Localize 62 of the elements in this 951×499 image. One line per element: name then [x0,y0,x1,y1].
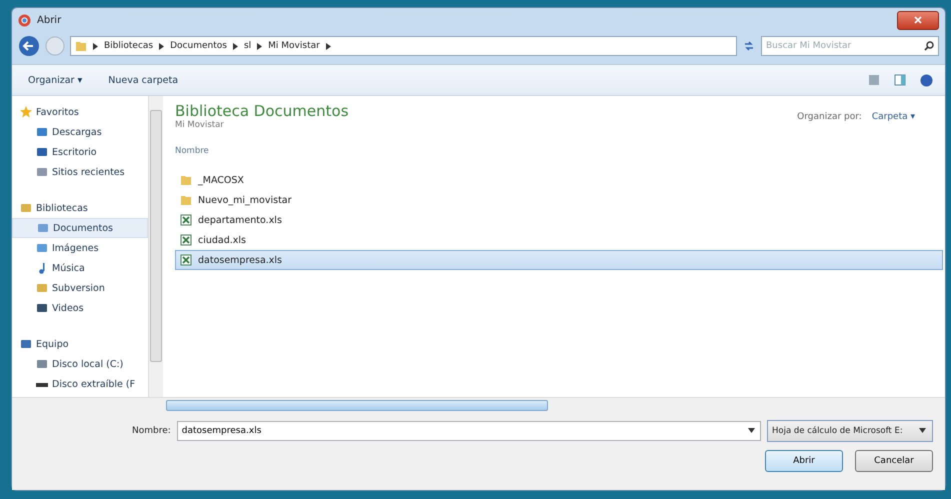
toolbar-button[interactable]: Nueva carpeta [104,72,182,88]
preview-pane-icon[interactable] [894,74,906,86]
sidebar-item[interactable]: Bibliotecas [12,198,148,218]
window-title: Abrir [37,14,62,26]
file-row[interactable]: departamento.xls [175,210,943,230]
arrange-label: Organizar por: [797,112,862,122]
dropdown-arrow-icon[interactable] [748,428,755,433]
sidebar-item[interactable]: Equipo [12,334,148,354]
sidebar-item[interactable]: Música [12,258,148,278]
file-type-dropdown[interactable]: Hoja de cálculo de Microsoft E: [767,420,933,442]
refresh-icon[interactable] [742,39,756,53]
column-header[interactable]: Nombre [175,146,945,156]
star-icon [20,106,32,118]
search-field[interactable]: Buscar Mi Movistar [761,36,939,56]
folder-icon [180,194,192,206]
library-icon [20,202,32,214]
folder-icon [75,40,87,52]
chevron-icon [232,42,238,50]
back-button[interactable] [18,35,40,57]
library-title: Biblioteca Documentos [175,102,349,120]
sidebar-item[interactable]: Disco extraíble (F [12,374,148,394]
library-icon [36,282,48,294]
spreadsheet-icon [180,234,192,246]
sidebar-item[interactable]: Descargas [12,122,148,142]
toolbar-button[interactable]: Organizar ▾ [24,72,86,88]
sidebar-item[interactable]: Escritorio [12,142,148,162]
filename-field[interactable]: datosempresa.xls [176,421,761,441]
chevron-icon [326,42,331,50]
sidebar-item[interactable]: Imágenes [12,238,148,258]
close-icon [914,16,922,24]
open-button[interactable]: Abrir [765,450,843,472]
chevron-icon [159,42,164,50]
folder-icon [180,174,192,186]
breadcrumb[interactable]: Documentos [170,41,227,51]
close-button[interactable] [897,10,939,30]
app-icon [18,14,31,26]
sidebar-item[interactable]: Videos [12,298,148,318]
scrollbar[interactable] [148,96,163,397]
breadcrumb[interactable]: Bibliotecas [104,41,154,51]
library-subtitle: Mi Movistar [175,120,225,130]
spreadsheet-icon [180,214,192,226]
spreadsheet-icon [180,254,192,266]
sidebar-item[interactable]: Subversion [12,278,148,298]
breadcrumb[interactable]: sl [244,41,252,51]
file-row[interactable]: Nuevo_mi_movistar [175,190,943,210]
breadcrumb[interactable]: Mi Movistar [268,41,320,51]
filename-label: Nombre: [132,426,171,436]
sidebar-item[interactable]: Documentos [12,218,148,238]
address-bar[interactable]: Bibliotecas Documentos sl Mi Movistar [70,36,737,56]
sidebar-item[interactable]: Sitios recientes [12,162,148,182]
arrange-dropdown[interactable]: Carpeta ▾ [872,112,915,122]
file-row[interactable]: _MACOSX [175,170,943,190]
dropdown-arrow-icon[interactable] [919,428,926,433]
horizontal-scrollbar[interactable] [12,397,945,412]
sidebar-item[interactable]: Favoritos [12,102,148,122]
sidebar-item[interactable]: Disco local (C:) [12,354,148,374]
chevron-icon [257,42,262,50]
chevron-icon [93,42,98,50]
cancel-button[interactable]: Cancelar [855,450,933,472]
file-row[interactable]: datosempresa.xls [175,250,943,270]
file-row[interactable]: ciudad.xls [175,230,943,250]
search-icon[interactable] [924,41,934,51]
